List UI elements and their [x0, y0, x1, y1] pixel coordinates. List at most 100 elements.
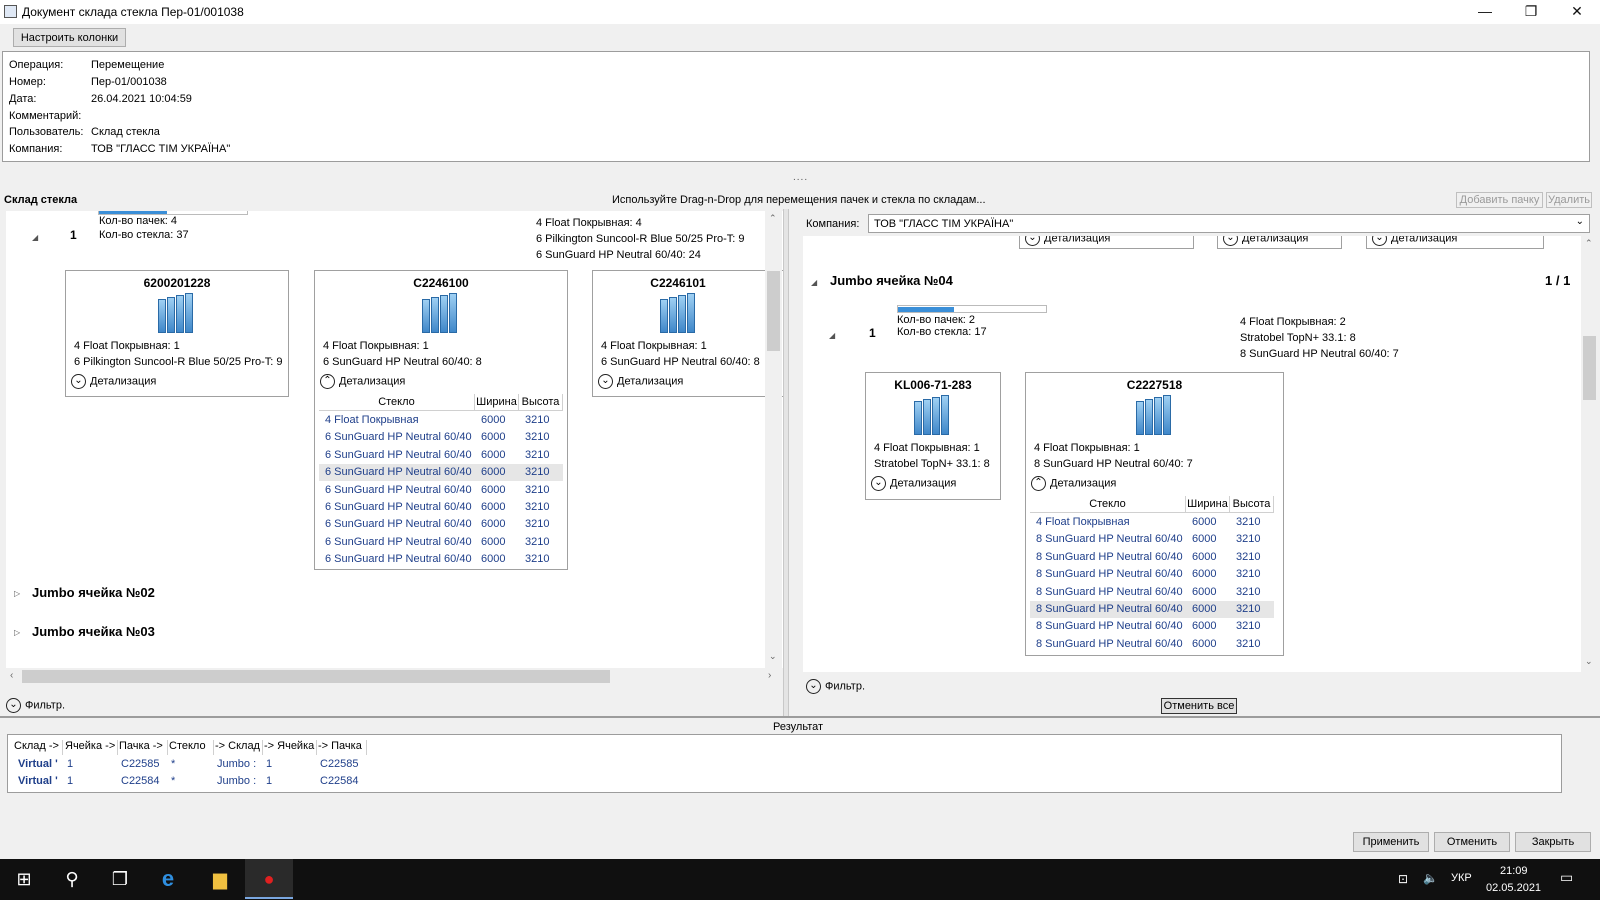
result-cell[interactable]: Virtual ': [18, 775, 66, 787]
column-header[interactable]: Высота: [519, 394, 563, 411]
glass-grid[interactable]: Стекло Ширина Высота 4 Float Покрывная 60…: [1030, 496, 1280, 654]
close-button[interactable]: ✕: [1554, 0, 1600, 24]
column-header[interactable]: -> Пачка: [318, 740, 367, 755]
volume-icon[interactable]: 🔈: [1423, 871, 1438, 885]
clock-date[interactable]: 02.05.2021: [1486, 882, 1541, 894]
scroll-right-icon[interactable]: ›: [768, 670, 771, 681]
pack-card[interactable]: KL006-71-283 4 Float Покрывная: 1 Strato…: [865, 372, 1001, 500]
result-cell[interactable]: 1: [67, 758, 117, 770]
apply-button[interactable]: Применить: [1353, 832, 1429, 852]
glass-grid[interactable]: Стекло Ширина Высота 4 Float Покрывная 60…: [319, 394, 565, 568]
detail-toggle[interactable]: ⌃ Детализация: [1031, 476, 1116, 491]
expand-arrow-icon[interactable]: ▷: [14, 628, 20, 637]
result-cell[interactable]: 1: [67, 775, 117, 787]
detail-toggle[interactable]: ⌄ Детализация: [1372, 236, 1457, 246]
left-vertical-scrollbar[interactable]: ⌃ ⌄: [765, 211, 782, 668]
grid-row[interactable]: 8 SunGuard HP Neutral 60/40 6000 3210: [1030, 636, 1274, 653]
column-header[interactable]: Ячейка ->: [65, 740, 118, 755]
scroll-thumb[interactable]: [22, 670, 610, 683]
cell-title[interactable]: Jumbo ячейка №03: [32, 624, 155, 639]
detail-toggle[interactable]: ⌃ Детализация: [320, 374, 405, 389]
grid-row[interactable]: 6 SunGuard HP Neutral 60/40 6000 3210: [319, 499, 563, 516]
left-horizontal-scrollbar[interactable]: ‹ ›: [6, 668, 783, 685]
cancel-button[interactable]: Отменить: [1434, 832, 1510, 852]
cell-title[interactable]: Jumbo ячейка №02: [32, 585, 155, 600]
task-view-icon[interactable]: ❐: [96, 859, 144, 899]
vertical-splitter[interactable]: [783, 209, 789, 716]
column-header[interactable]: Ширина: [475, 394, 519, 411]
pack-card[interactable]: ⌄ Детализация: [1217, 236, 1342, 249]
detail-toggle[interactable]: ⌄ Детализация: [871, 476, 956, 491]
pack-card[interactable]: C2246100 4 Float Покрывная: 1 6 SunGuard…: [314, 270, 568, 570]
column-header[interactable]: Ширина: [1186, 496, 1230, 513]
grid-row[interactable]: 6 SunGuard HP Neutral 60/40 6000 3210: [319, 464, 563, 482]
column-header[interactable]: Склад ->: [14, 740, 63, 755]
result-cell[interactable]: C22584: [121, 775, 167, 787]
result-cell[interactable]: C22585: [320, 758, 366, 770]
grid-row[interactable]: 8 SunGuard HP Neutral 60/40 6000 3210: [1030, 531, 1274, 548]
grid-row[interactable]: 8 SunGuard HP Neutral 60/40 6000 3210: [1030, 584, 1274, 601]
cancel-all-button[interactable]: Отменить все: [1161, 698, 1237, 714]
column-header[interactable]: Стекло: [319, 394, 475, 411]
grid-row[interactable]: 6 SunGuard HP Neutral 60/40 6000 3210: [319, 429, 563, 446]
right-vertical-scrollbar[interactable]: ⌃ ⌄: [1581, 236, 1598, 672]
result-cell[interactable]: Jumbo :: [217, 775, 263, 787]
result-cell[interactable]: 1: [266, 775, 316, 787]
search-icon[interactable]: ⚲: [48, 859, 96, 899]
grid-row[interactable]: 6 SunGuard HP Neutral 60/40 6000 3210: [319, 482, 563, 499]
delete-button[interactable]: Удалить: [1546, 192, 1592, 208]
grid-row[interactable]: 6 SunGuard HP Neutral 60/40 6000 3210: [319, 447, 563, 464]
internet-explorer-icon[interactable]: e: [144, 859, 192, 899]
company-select[interactable]: ТОВ "ГЛАСС ТІМ УКРАЇНА" ⌄: [868, 214, 1590, 233]
right-storage-panel[interactable]: ⌄ Детализация ⌄ Детализация ⌄ Детализация ◢…: [803, 236, 1581, 672]
result-cell[interactable]: *: [171, 775, 213, 787]
scroll-down-icon[interactable]: ⌄: [1585, 656, 1593, 667]
pack-card[interactable]: 6200201228 4 Float Покрывная: 1 6 Pilkin…: [65, 270, 289, 397]
column-header[interactable]: Пачка ->: [119, 740, 168, 755]
grid-row[interactable]: 8 SunGuard HP Neutral 60/40 6000 3210: [1030, 566, 1274, 583]
language-indicator[interactable]: УКР: [1451, 872, 1472, 884]
add-pack-button[interactable]: Добавить пачку: [1456, 192, 1543, 208]
grid-row[interactable]: 8 SunGuard HP Neutral 60/40 6000 3210: [1030, 618, 1274, 635]
scroll-down-icon[interactable]: ⌄: [769, 651, 777, 662]
network-icon[interactable]: ⊡: [1398, 872, 1408, 886]
configure-columns-button[interactable]: Настроить колонки: [13, 28, 126, 47]
detail-toggle[interactable]: ⌄ Детализация: [1025, 236, 1110, 246]
column-header[interactable]: -> Склад: [215, 740, 263, 755]
left-filter-toggle[interactable]: ⌄ Фильтр.: [6, 698, 65, 713]
collapse-arrow-icon[interactable]: ◢: [32, 233, 38, 242]
detail-toggle[interactable]: ⌄ Детализация: [71, 374, 156, 389]
result-splitter[interactable]: [0, 716, 1600, 718]
scroll-up-icon[interactable]: ⌃: [769, 213, 777, 224]
minimize-button[interactable]: —: [1462, 0, 1508, 24]
right-filter-toggle[interactable]: ⌄ Фильтр.: [806, 679, 865, 694]
pack-card[interactable]: ⌄ Детализация: [1366, 236, 1544, 249]
app-taskbar-icon[interactable]: ●: [245, 859, 293, 899]
grid-row[interactable]: 6 SunGuard HP Neutral 60/40 6000 3210: [319, 551, 563, 568]
scroll-thumb[interactable]: [767, 271, 780, 351]
column-header[interactable]: Стекло: [1030, 496, 1186, 513]
notification-icon[interactable]: ▭: [1560, 869, 1573, 886]
pack-card[interactable]: ⌄ Детализация: [1019, 236, 1194, 249]
scroll-thumb[interactable]: [1583, 336, 1596, 400]
result-cell[interactable]: C22584: [320, 775, 366, 787]
grid-row[interactable]: 6 SunGuard HP Neutral 60/40 6000 3210: [319, 534, 563, 551]
column-header[interactable]: Высота: [1230, 496, 1274, 513]
grid-row[interactable]: 4 Float Покрывная 6000 3210: [319, 412, 563, 429]
detail-toggle[interactable]: ⌄ Детализация: [1223, 236, 1308, 246]
grid-row[interactable]: 6 SunGuard HP Neutral 60/40 6000 3210: [319, 516, 563, 533]
pack-card[interactable]: C2227518 4 Float Покрывная: 1 8 SunGuard…: [1025, 372, 1284, 656]
result-cell[interactable]: Virtual ': [18, 758, 66, 770]
splitter-grip[interactable]: ....: [793, 172, 808, 183]
scroll-up-icon[interactable]: ⌃: [1585, 238, 1593, 249]
scroll-left-icon[interactable]: ‹: [10, 670, 13, 681]
collapse-arrow-icon[interactable]: ◢: [829, 331, 835, 340]
cell-title[interactable]: Jumbo ячейка №04: [830, 273, 953, 288]
result-grid[interactable]: Склад -> Ячейка -> Пачка -> Стекло -> Ск…: [7, 734, 1562, 793]
close-window-button[interactable]: Закрыть: [1515, 832, 1591, 852]
detail-toggle[interactable]: ⌄ Детализация: [598, 374, 683, 389]
clock-time[interactable]: 21:09: [1500, 865, 1528, 877]
result-cell[interactable]: C22585: [121, 758, 167, 770]
windows-start-icon[interactable]: ⊞: [0, 859, 48, 899]
grid-row[interactable]: 8 SunGuard HP Neutral 60/40 6000 3210: [1030, 549, 1274, 566]
